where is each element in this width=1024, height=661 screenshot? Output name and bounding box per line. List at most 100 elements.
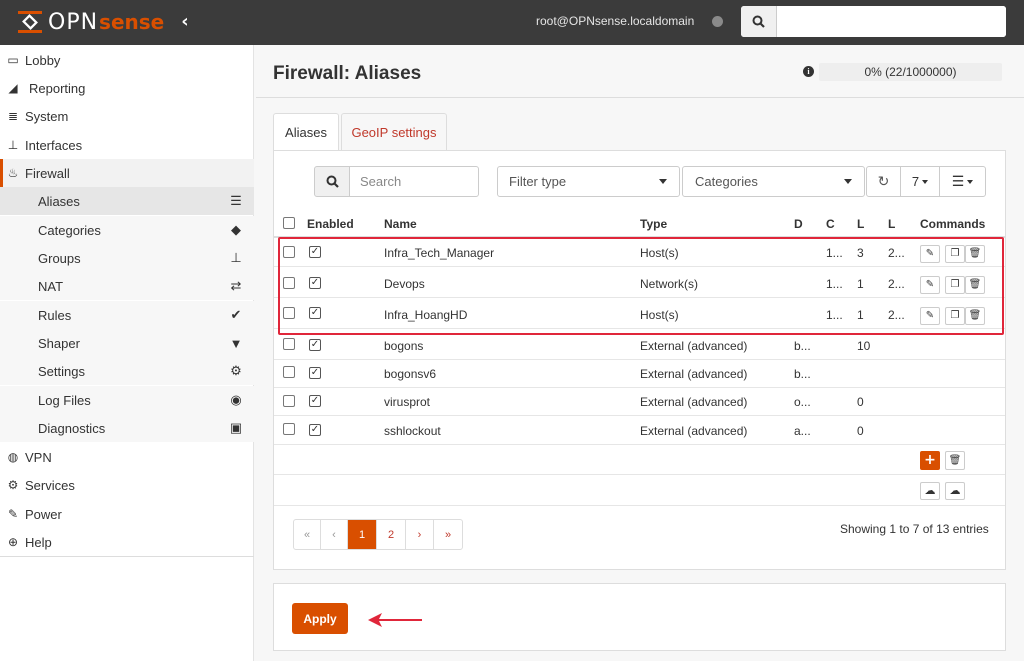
alias-type: External (advanced) xyxy=(640,395,748,409)
medkit-icon: ▣ xyxy=(229,420,243,435)
alias-description: b... xyxy=(794,339,811,353)
alias-description: o... xyxy=(794,395,811,409)
globe-icon: ◍ xyxy=(7,450,19,464)
sidebar-item-system[interactable]: ≣ System xyxy=(0,102,254,130)
column-chooser-dropdown[interactable]: ☰ xyxy=(939,166,986,197)
sidebar-item-interfaces[interactable]: ⊥ Interfaces xyxy=(0,131,254,159)
life-ring-icon: ⊕ xyxy=(7,535,19,549)
alias-usage-progress: 0% (22/1000000) xyxy=(819,63,1002,81)
alias-type: External (advanced) xyxy=(640,339,748,353)
plug-icon: ✎ xyxy=(7,507,19,521)
row-select-checkbox[interactable] xyxy=(283,338,295,350)
list-alt-icon: ☰ xyxy=(230,193,242,208)
add-alias-plus-icon[interactable]: + xyxy=(920,451,940,470)
alias-loaded: 0 xyxy=(857,395,864,409)
top-bar: OPN sense ‹ root@OPNsense.localdomain xyxy=(0,0,1024,45)
status-dot-icon xyxy=(712,16,723,27)
page-2[interactable]: 2 xyxy=(377,520,406,549)
tags-icon: ◆ xyxy=(231,222,241,237)
cog-icon: ⚙ xyxy=(7,478,19,492)
top-search-input[interactable] xyxy=(777,6,1006,37)
search-icon[interactable] xyxy=(314,166,350,197)
rows-per-page-dropdown[interactable]: 7 xyxy=(900,166,940,197)
alias-loaded: 0 xyxy=(857,424,864,438)
caret-down-icon xyxy=(844,179,852,184)
page-prev[interactable]: ‹ xyxy=(321,520,348,549)
tab-aliases[interactable]: Aliases xyxy=(273,113,339,151)
cogs-icon: ⚙ xyxy=(230,363,242,378)
collapse-menu-chevron-icon[interactable]: ‹ xyxy=(178,12,192,32)
caret-down-icon xyxy=(922,179,929,184)
upload-cloud-icon[interactable]: ☁ xyxy=(945,482,965,500)
col-loaded[interactable]: L xyxy=(857,217,864,231)
sidebar-item-help[interactable]: ⊕ Help xyxy=(0,528,254,556)
sidebar-item-lobby[interactable]: ▭ Lobby xyxy=(0,46,254,74)
apply-button[interactable]: Apply xyxy=(292,603,348,634)
page-1[interactable]: 1 xyxy=(348,520,377,549)
alias-name: sshlockout xyxy=(384,424,441,438)
pagination: « ‹ 1 2 › » xyxy=(293,519,463,550)
sidebar-sub-diagnostics[interactable]: Diagnostics ▣ xyxy=(0,414,254,442)
caret-down-icon xyxy=(659,179,667,184)
alias-name: virusprot xyxy=(384,395,431,409)
page-next[interactable]: › xyxy=(406,520,434,549)
tab-geoip-settings[interactable]: GeoIP settings xyxy=(341,113,447,151)
opnsense-logo[interactable]: OPN sense xyxy=(16,8,164,36)
page-last[interactable]: » xyxy=(434,520,462,549)
enabled-check-icon[interactable]: ✓ xyxy=(309,395,321,407)
col-description[interactable]: D xyxy=(794,217,803,231)
sidebar-sub-log-files[interactable]: Log Files ◉ xyxy=(0,386,254,414)
sidebar-sub-groups[interactable]: Groups ⊥ xyxy=(0,244,254,272)
highlight-annotation xyxy=(278,237,1004,335)
filter-icon: ▼ xyxy=(229,335,243,351)
col-enabled[interactable]: Enabled xyxy=(307,217,354,231)
alias-description: a... xyxy=(794,424,811,438)
row-select-checkbox[interactable] xyxy=(283,366,295,378)
sidebar-item-vpn[interactable]: ◍ VPN xyxy=(0,443,254,471)
col-last-updated[interactable]: L xyxy=(888,217,895,231)
sidebar-item-services[interactable]: ⚙ Services xyxy=(0,471,254,499)
sidebar-item-firewall[interactable]: ♨ Firewall xyxy=(0,159,254,187)
enabled-check-icon[interactable]: ✓ xyxy=(309,367,321,379)
top-search-box xyxy=(741,6,1006,37)
table-footer-divider xyxy=(274,474,1005,475)
col-type[interactable]: Type xyxy=(640,217,667,231)
sitemap-icon: ⊥ xyxy=(7,138,19,152)
sidebar-sub-rules[interactable]: Rules ✔ xyxy=(0,301,254,329)
alias-search-input[interactable]: Search xyxy=(349,166,479,197)
alias-name: bogons xyxy=(384,339,424,353)
alias-description: b... xyxy=(794,367,811,381)
select-all-checkbox[interactable] xyxy=(283,217,295,229)
row-select-checkbox[interactable] xyxy=(283,423,295,435)
filter-type-select[interactable]: Filter type xyxy=(497,166,680,197)
alias-type: External (advanced) xyxy=(640,424,748,438)
row-select-checkbox[interactable] xyxy=(283,395,295,407)
alias-name: bogonsv6 xyxy=(384,367,437,381)
col-commands: Commands xyxy=(920,217,986,231)
sidebar-sub-aliases[interactable]: Aliases ☰ xyxy=(0,187,254,215)
table-bottom-divider xyxy=(274,505,1005,506)
check-icon: ✔ xyxy=(230,307,242,322)
sidebar-sub-shaper[interactable]: Shaper ▼ xyxy=(0,329,254,357)
sitemap-icon: ⊥ xyxy=(230,250,242,265)
enabled-check-icon[interactable]: ✓ xyxy=(309,339,321,351)
delete-selected-trash-icon[interactable]: 🗑 xyxy=(945,451,965,470)
search-icon[interactable] xyxy=(741,6,777,37)
info-icon[interactable]: i xyxy=(803,66,814,77)
col-name[interactable]: Name xyxy=(384,217,417,231)
alias-type: External (advanced) xyxy=(640,367,748,381)
sidebar-item-reporting[interactable]: ◢ Reporting xyxy=(0,74,254,102)
page-first[interactable]: « xyxy=(294,520,321,549)
server-icon: ≣ xyxy=(7,109,19,123)
refresh-icon[interactable]: ↻ xyxy=(866,166,901,197)
sidebar-sub-categories[interactable]: Categories ◆ xyxy=(0,216,254,244)
sidebar-item-power[interactable]: ✎ Power xyxy=(0,500,254,528)
col-content[interactable]: C xyxy=(826,217,835,231)
categories-select[interactable]: Categories xyxy=(682,166,865,197)
enabled-check-icon[interactable]: ✓ xyxy=(309,424,321,436)
current-user[interactable]: root@OPNsense.localdomain xyxy=(536,14,694,28)
alias-loaded: 10 xyxy=(857,339,871,353)
sidebar-sub-settings[interactable]: Settings ⚙ xyxy=(0,357,254,385)
sidebar-sub-nat[interactable]: NAT ⇄ xyxy=(0,272,254,300)
download-cloud-icon[interactable]: ☁ xyxy=(920,482,940,500)
